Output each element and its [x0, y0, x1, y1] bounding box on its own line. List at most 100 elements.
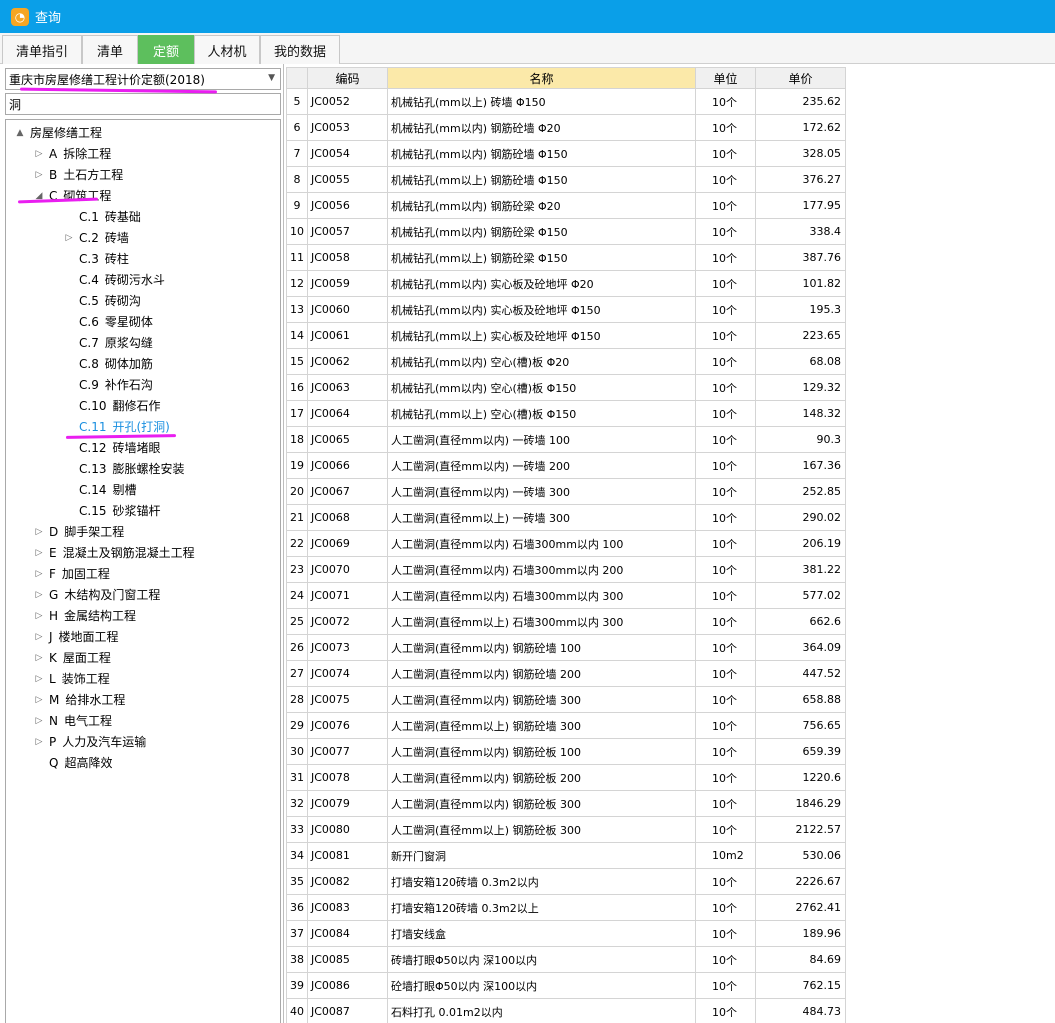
tab-labor-material-machine[interactable]: 人材机 — [194, 35, 260, 64]
tree-node[interactable]: ▷ P 人力及汽车运输 — [33, 731, 147, 752]
tree-node[interactable]: ▷ M 给排水工程 — [33, 689, 126, 710]
tree-node[interactable]: C.13 膨胀螺栓安装 — [63, 458, 184, 479]
table-row[interactable]: 6 JC0053 机械钻孔(mm以内) 钢筋砼墙 Φ20 10个 172.62 — [286, 114, 846, 141]
table-row[interactable]: 5 JC0052 机械钻孔(mm以上) 砖墙 Φ150 10个 235.62 — [286, 88, 846, 115]
tree-node[interactable]: ▷ J 楼地面工程 — [33, 626, 119, 647]
table-row[interactable]: 19 JC0066 人工凿洞(直径mm以内) 一砖墙 200 10个 167.36 — [286, 452, 846, 479]
table-row[interactable]: 24 JC0071 人工凿洞(直径mm以内) 石墙300mm以内 300 10个 577… — [286, 582, 846, 609]
expand-arrow-icon[interactable]: ▷ — [33, 674, 45, 684]
table-row[interactable]: 9 JC0056 机械钻孔(mm以内) 钢筋砼梁 Φ20 10个 177.95 — [286, 192, 846, 219]
tree-node-code: C.12 — [79, 440, 107, 455]
tree-node[interactable]: C.8 砌体加筋 — [63, 353, 153, 374]
expand-arrow-icon[interactable]: ▷ — [33, 149, 45, 159]
expand-arrow-icon[interactable]: ▷ — [33, 611, 45, 621]
table-row[interactable]: 25 JC0072 人工凿洞(直径mm以上) 石墙300mm以内 300 10个 662… — [286, 608, 846, 635]
collapse-arrow-icon[interactable]: ▲ — [14, 128, 26, 138]
tree-node[interactable]: C.9 补作石沟 — [63, 374, 153, 395]
table-row[interactable]: 12 JC0059 机械钻孔(mm以内) 实心板及砼地坪 Φ20 10个 101.82 — [286, 270, 846, 297]
tree-node[interactable]: C.7 原浆勾缝 — [63, 332, 153, 353]
col-header-unit[interactable]: 单位 — [695, 67, 756, 89]
tree-node[interactable]: C.6 零星砌体 — [63, 311, 153, 332]
row-index: 12 — [286, 270, 308, 297]
expand-arrow-icon[interactable]: ▷ — [33, 632, 45, 642]
table-row[interactable]: 26 JC0073 人工凿洞(直径mm以内) 钢筋砼墙 100 10个 364.09 — [286, 634, 846, 661]
tree-node[interactable]: C.4 砖砌污水斗 — [63, 269, 165, 290]
tree-node-code: N — [49, 713, 58, 728]
tab-list-guide[interactable]: 清单指引 — [2, 35, 82, 64]
expand-arrow-icon[interactable]: ▷ — [33, 170, 45, 180]
table-row[interactable]: 18 JC0065 人工凿洞(直径mm以内) 一砖墙 100 10个 90.3 — [286, 426, 846, 453]
expand-arrow-icon[interactable]: ▷ — [33, 695, 45, 705]
quota-code: JC0067 — [307, 478, 388, 505]
tree-node[interactable]: C.3 砖柱 — [63, 248, 129, 269]
table-row[interactable]: 31 JC0078 人工凿洞(直径mm以内) 钢筋砼板 200 10个 1220.6 — [286, 764, 846, 791]
table-row[interactable]: 17 JC0064 机械钻孔(mm以上) 空心(槽)板 Φ150 10个 148.32 — [286, 400, 846, 427]
col-header-code[interactable]: 编码 — [307, 67, 388, 89]
expand-arrow-icon[interactable]: ▷ — [33, 716, 45, 726]
table-row[interactable]: 36 JC0083 打墙安箱120砖墙 0.3m2以上 10个 2762.41 — [286, 894, 846, 921]
tree-node[interactable]: C.15 砂浆锚杆 — [63, 500, 160, 521]
table-row[interactable]: 15 JC0062 机械钻孔(mm以内) 空心(槽)板 Φ20 10个 68.08 — [286, 348, 846, 375]
expand-arrow-icon[interactable]: ▷ — [33, 590, 45, 600]
tree-node[interactable]: ▷ F 加固工程 — [33, 563, 110, 584]
table-row[interactable]: 27 JC0074 人工凿洞(直径mm以内) 钢筋砼墙 200 10个 447.52 — [286, 660, 846, 687]
expand-arrow-icon[interactable]: ▷ — [63, 233, 75, 243]
table-row[interactable]: 23 JC0070 人工凿洞(直径mm以内) 石墙300mm以内 200 10个 381… — [286, 556, 846, 583]
row-index: 20 — [286, 478, 308, 505]
table-row[interactable]: 11 JC0058 机械钻孔(mm以上) 钢筋砼梁 Φ150 10个 387.76 — [286, 244, 846, 271]
table-row[interactable]: 22 JC0069 人工凿洞(直径mm以内) 石墙300mm以内 100 10个 206… — [286, 530, 846, 557]
table-row[interactable]: 10 JC0057 机械钻孔(mm以内) 钢筋砼梁 Φ150 10个 338.4 — [286, 218, 846, 245]
search-input[interactable] — [5, 93, 281, 115]
col-header-name[interactable]: 名称 — [387, 67, 696, 89]
table-row[interactable]: 33 JC0080 人工凿洞(直径mm以上) 钢筋砼板 300 10个 2122.57 — [286, 816, 846, 843]
tree-node[interactable]: C.12 砖墙堵眼 — [63, 437, 160, 458]
table-row[interactable]: 13 JC0060 机械钻孔(mm以内) 实心板及砼地坪 Φ150 10个 195.3 — [286, 296, 846, 323]
table-row[interactable]: 16 JC0063 机械钻孔(mm以内) 空心(槽)板 Φ150 10个 129.32 — [286, 374, 846, 401]
table-row[interactable]: 28 JC0075 人工凿洞(直径mm以内) 钢筋砼墙 300 10个 658.88 — [286, 686, 846, 713]
table-row[interactable]: 38 JC0085 砖墙打眼Φ50以内 深100以内 10个 84.69 — [286, 946, 846, 973]
tree-node[interactable]: Q 超高降效 — [33, 752, 112, 773]
tree-node[interactable]: ▷ D 脚手架工程 — [33, 521, 125, 542]
expand-arrow-icon[interactable]: ▷ — [33, 548, 45, 558]
tab-quota[interactable]: 定额 — [138, 35, 194, 64]
tree-node[interactable]: ▷ G 木结构及门窗工程 — [33, 584, 161, 605]
tree-node[interactable]: C.5 砖砌沟 — [63, 290, 141, 311]
expand-arrow-icon[interactable]: ▷ — [33, 527, 45, 537]
table-row[interactable]: 37 JC0084 打墙安线盒 10个 189.96 — [286, 920, 846, 947]
tab-list[interactable]: 清单 — [82, 35, 138, 64]
table-row[interactable]: 34 JC0081 新开门窗洞 10m2 530.06 — [286, 842, 846, 869]
tree-node[interactable]: ▷ K 屋面工程 — [33, 647, 111, 668]
col-header-price[interactable]: 单价 — [755, 67, 846, 89]
expand-arrow-icon[interactable]: ▷ — [33, 737, 45, 747]
expand-arrow-icon[interactable]: ▷ — [33, 653, 45, 663]
table-row[interactable]: 32 JC0079 人工凿洞(直径mm以内) 钢筋砼板 300 10个 1846.29 — [286, 790, 846, 817]
table-row[interactable]: 40 JC0087 石料打孔 0.01m2以内 10个 484.73 — [286, 998, 846, 1023]
expand-arrow-icon[interactable]: ▷ — [33, 569, 45, 579]
quota-name: 机械钻孔(mm以内) 钢筋砼梁 Φ20 — [387, 192, 696, 219]
table-row[interactable]: 35 JC0082 打墙安箱120砖墙 0.3m2以内 10个 2226.67 — [286, 868, 846, 895]
tree-node[interactable]: ▷ H 金属结构工程 — [33, 605, 137, 626]
table-row[interactable]: 21 JC0068 人工凿洞(直径mm以上) 一砖墙 300 10个 290.02 — [286, 504, 846, 531]
tree-node[interactable]: ▲ 房屋修缮工程 — [14, 122, 102, 143]
quota-library-select[interactable]: 重庆市房屋修缮工程计价定额(2018) ▼ — [5, 68, 281, 90]
table-row[interactable]: 39 JC0086 砼墙打眼Φ50以内 深100以内 10个 762.15 — [286, 972, 846, 999]
chevron-down-icon[interactable]: ▼ — [268, 73, 275, 83]
quota-code: JC0069 — [307, 530, 388, 557]
table-row[interactable]: 7 JC0054 机械钻孔(mm以内) 钢筋砼墙 Φ150 10个 328.05 — [286, 140, 846, 167]
tree-node[interactable]: ▷ L 装饰工程 — [33, 668, 110, 689]
tree-node[interactable]: ▷ A 拆除工程 — [33, 143, 112, 164]
tree-node[interactable]: ▷ C.2 砖墙 — [63, 227, 129, 248]
tree-node[interactable]: ◢ C 砌筑工程 — [33, 185, 112, 206]
tree-node[interactable]: ▷ B 土石方工程 — [33, 164, 124, 185]
tree-node[interactable]: C.1 砖基础 — [63, 206, 141, 227]
table-row[interactable]: 8 JC0055 机械钻孔(mm以上) 钢筋砼墙 Φ150 10个 376.27 — [286, 166, 846, 193]
tree-node[interactable]: ▷ N 电气工程 — [33, 710, 112, 731]
table-row[interactable]: 30 JC0077 人工凿洞(直径mm以内) 钢筋砼板 100 10个 659.39 — [286, 738, 846, 765]
tree-node[interactable]: ▷ E 混凝土及钢筋混凝土工程 — [33, 542, 195, 563]
tree-node[interactable]: C.14 剔槽 — [63, 479, 136, 500]
tab-my-data[interactable]: 我的数据 — [260, 35, 340, 64]
table-row[interactable]: 20 JC0067 人工凿洞(直径mm以内) 一砖墙 300 10个 252.85 — [286, 478, 846, 505]
tree-node[interactable]: C.10 翻修石作 — [63, 395, 160, 416]
table-row[interactable]: 29 JC0076 人工凿洞(直径mm以上) 钢筋砼墙 300 10个 756.65 — [286, 712, 846, 739]
table-row[interactable]: 14 JC0061 机械钻孔(mm以上) 实心板及砼地坪 Φ150 10个 223.65 — [286, 322, 846, 349]
